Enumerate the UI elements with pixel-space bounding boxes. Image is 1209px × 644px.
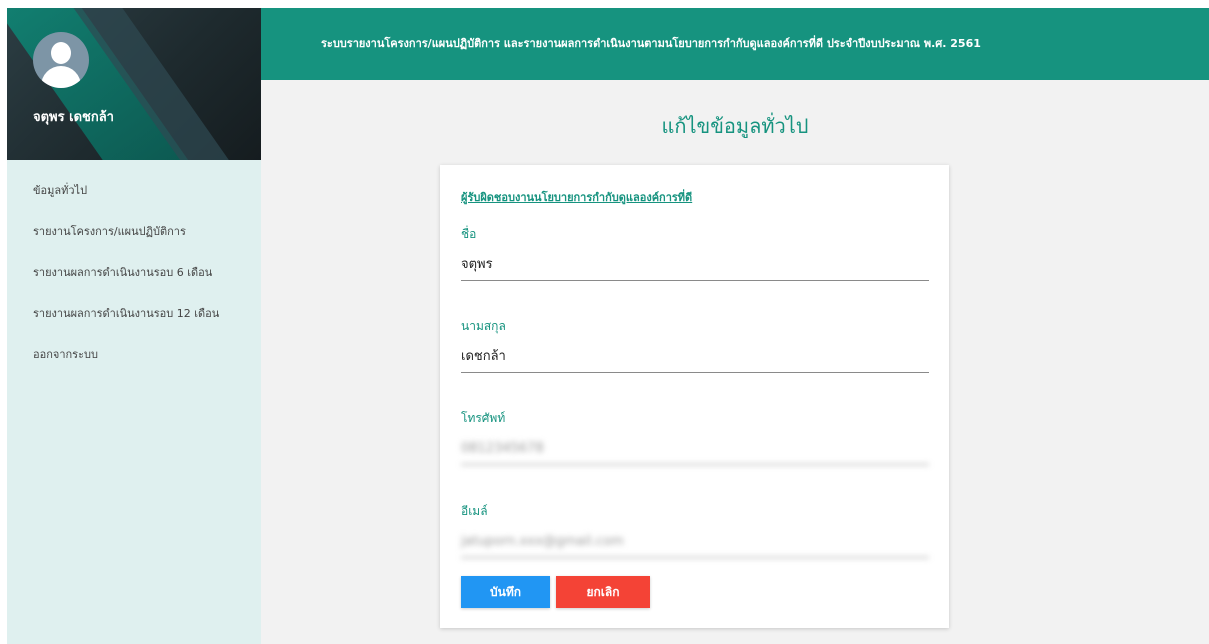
page-title: แก้ไขข้อมูลทั่วไป (661, 114, 809, 138)
cancel-button[interactable]: ยกเลิก (556, 576, 650, 608)
phone-field[interactable]: 0812345678 (461, 438, 929, 465)
edit-form-card: ผู้รับผิดชอบงานนโยบายการกำกับดูแลองค์การ… (440, 165, 949, 628)
main-content: แก้ไขข้อมูลทั่วไป ผู้รับผิดชอบงานนโยบายก… (261, 80, 1209, 644)
header-title: ระบบรายงานโครงการ/แผนปฏิบัติการ และรายงา… (321, 37, 981, 50)
save-button[interactable]: บันทึก (461, 576, 550, 608)
sidebar-item-12-month-report[interactable]: รายงานผลการดำเนินงานรอบ 12 เดือน (7, 305, 261, 346)
email-field[interactable]: jatuporn.xxx@gmail.com (461, 531, 929, 558)
last-name-field[interactable]: เดชกล้า (461, 346, 929, 373)
sidebar: จตุพร เดชกล้า ข้อมูลทั่วไป รายงานโครงการ… (7, 8, 261, 644)
sidebar-item-logout[interactable]: ออกจากระบบ (7, 346, 261, 387)
phone-group: โทรศัพท์ 0812345678 (461, 409, 929, 465)
user-name: จตุพร เดชกล้า (33, 110, 114, 125)
phone-label: โทรศัพท์ (461, 411, 506, 425)
sidebar-menu: ข้อมูลทั่วไป รายงานโครงการ/แผนปฏิบัติการ… (7, 160, 261, 387)
profile-banner: จตุพร เดชกล้า (7, 8, 261, 160)
email-label: อีเมล์ (461, 504, 488, 518)
last-name-group: นามสกุล เดชกล้า (461, 317, 929, 373)
header-bar: ระบบรายงานโครงการ/แผนปฏิบัติการ และรายงา… (261, 8, 1209, 80)
first-name-label: ชื่อ (461, 227, 477, 241)
last-name-label: นามสกุล (461, 319, 506, 333)
avatar-icon (33, 32, 89, 88)
first-name-field[interactable]: จตุพร (461, 254, 929, 281)
sidebar-item-6-month-report[interactable]: รายงานผลการดำเนินงานรอบ 6 เดือน (7, 264, 261, 305)
sidebar-item-general-info[interactable]: ข้อมูลทั่วไป (7, 182, 261, 223)
email-group: อีเมล์ jatuporn.xxx@gmail.com (461, 502, 929, 558)
sidebar-item-project-report[interactable]: รายงานโครงการ/แผนปฏิบัติการ (7, 223, 261, 264)
section-link[interactable]: ผู้รับผิดชอบงานนโยบายการกำกับดูแลองค์การ… (461, 188, 692, 206)
first-name-group: ชื่อ จตุพร (461, 225, 929, 281)
